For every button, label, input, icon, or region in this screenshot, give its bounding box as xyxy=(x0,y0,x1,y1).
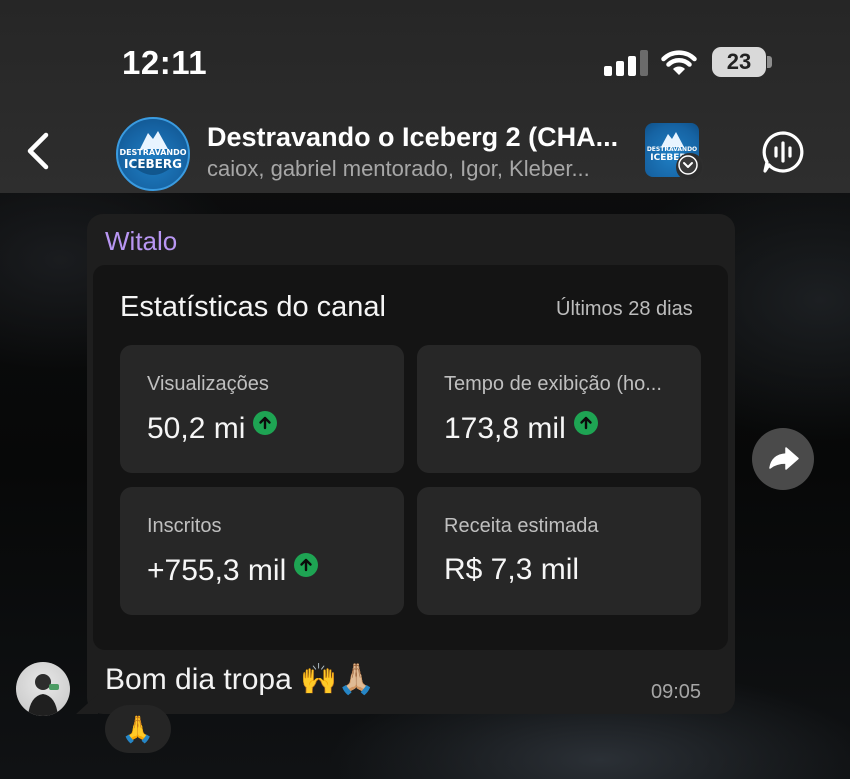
cellular-signal-icon xyxy=(604,50,648,76)
trend-up-icon xyxy=(253,411,278,435)
forward-arrow-icon xyxy=(769,447,799,470)
stats-card-period: Últimos 28 dias xyxy=(556,298,693,320)
group-avatar[interactable]: DESTRAVANDO ICEBERG xyxy=(116,117,190,191)
battery-indicator: 23 xyxy=(712,47,766,77)
message-text: Bom dia tropa 🙌🙏🏼 xyxy=(105,663,375,696)
chat-title[interactable]: Destravando o Iceberg 2 (CHA... xyxy=(207,122,618,153)
trend-up-icon xyxy=(573,411,598,435)
stat-value-row: 173,8 mil xyxy=(444,411,598,446)
stat-tile-views: Visualizações 50,2 mi xyxy=(120,345,404,473)
stat-value: R$ 7,3 mil xyxy=(444,553,580,586)
stat-tile-revenue: Receita estimada R$ 7,3 mil xyxy=(417,487,701,615)
wifi-icon xyxy=(661,50,697,75)
chevron-down-icon[interactable] xyxy=(676,153,704,181)
voice-chat-icon[interactable] xyxy=(761,130,805,174)
stat-value-row: 50,2 mi xyxy=(147,411,278,446)
stat-label: Receita estimada xyxy=(444,515,599,537)
stat-label: Inscritos xyxy=(147,515,222,537)
stat-label: Visualizações xyxy=(147,373,269,395)
trend-up-icon xyxy=(294,553,319,577)
stats-card-title: Estatísticas do canal xyxy=(120,291,386,323)
avatar[interactable] xyxy=(16,662,70,716)
sender-name[interactable]: Witalo xyxy=(105,226,177,257)
stat-value: +755,3 mil xyxy=(147,554,287,587)
forward-button[interactable] xyxy=(752,428,814,490)
chat-members[interactable]: caiox, gabriel mentorado, Igor, Kleber..… xyxy=(207,156,590,182)
stat-value: 50,2 mi xyxy=(147,412,246,445)
stat-tile-subscribers: Inscritos +755,3 mil xyxy=(120,487,404,615)
battery-level: 23 xyxy=(726,49,752,74)
message-timestamp: 09:05 xyxy=(651,681,702,703)
avatar-logo-line1: DESTRAVANDO xyxy=(119,148,187,157)
avatar-logo-line2: ICEBERG xyxy=(124,157,182,171)
stat-label: Tempo de exibição (ho... xyxy=(444,373,662,395)
status-time: 12:11 xyxy=(122,44,208,81)
reaction-chip[interactable]: 🙏 xyxy=(105,705,171,753)
stat-value: 173,8 mil xyxy=(444,412,566,445)
top-bar: 12:11 23 DESTRAVANDO ICEBERG Destravando… xyxy=(0,0,850,193)
chevron-left-icon[interactable] xyxy=(22,131,56,171)
stat-tile-watch-time: Tempo de exibição (ho... 173,8 mil xyxy=(417,345,701,473)
stat-value-row: +755,3 mil xyxy=(147,553,319,588)
battery-tip xyxy=(767,56,772,68)
